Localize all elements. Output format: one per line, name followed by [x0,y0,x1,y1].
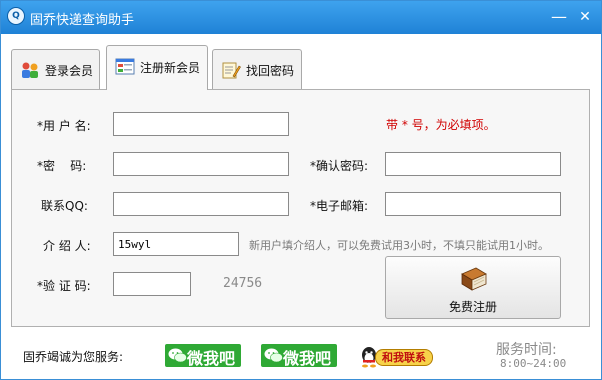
service-label: 固乔竭诚为您服务: [23,350,124,364]
password-input[interactable] [113,152,289,176]
wechat-button-1[interactable]: 微我吧 [165,344,241,368]
qq-label: 联系QQ: [41,199,88,213]
wechat-icon [168,348,187,363]
username-input[interactable] [113,112,289,136]
captcha-code[interactable]: 24756 [223,276,262,291]
tab-recover-password[interactable]: 找回密码 [212,49,302,89]
tab-register-label: 注册新会员 [140,61,201,75]
email-input[interactable] [385,192,561,216]
captcha-label: *验 证 码: [37,279,91,293]
members-icon [22,62,38,78]
wechat-icon [264,348,283,363]
free-register-button[interactable]: 免费注册 [385,256,561,319]
register-form-icon [115,58,135,75]
referrer-note: 新用户填介绍人，可以免费试用3小时，不填只能试用1小时。 [249,239,549,252]
window-title: 固乔快递查询助手 [30,13,135,28]
wechat-button-2[interactable]: 微我吧 [261,344,337,368]
minimize-button[interactable]: — [549,7,569,27]
tab-recover-label: 找回密码 [246,64,295,78]
app-logo-icon: Q [7,7,25,25]
referrer-input[interactable] [113,232,239,256]
title-bar[interactable]: Q 固乔快递查询助手 — ✕ [1,1,601,34]
qq-input[interactable] [113,192,289,216]
captcha-input[interactable] [113,272,191,296]
username-label: *用 户 名: [37,119,91,133]
email-label: *电子邮箱: [310,199,369,213]
tab-register[interactable]: 注册新会员 [106,45,208,90]
app-window: Q 固乔快递查询助手 — ✕ 登录会员 注册新会员 找回密码 *用 户 名: 带… [0,0,602,380]
wechat-label-2: 微我吧 [283,349,332,368]
qq-contact-label: 和我联系 [375,349,433,366]
service-time-title: 服务时间: [496,342,557,358]
close-button[interactable]: ✕ [575,7,595,27]
required-note: 带 * 号，为必填项。 [386,118,496,132]
notepad-pencil-icon [222,62,241,79]
wechat-label-1: 微我吧 [187,349,236,368]
service-time-value: 8:00~24:00 [500,357,567,370]
confirm-password-input[interactable] [385,152,561,176]
confirm-password-label: *确认密码: [310,159,369,173]
qq-contact-button[interactable]: 和我联系 [359,346,435,368]
free-register-label: 免费注册 [448,300,497,314]
referrer-label: 介 绍 人: [43,239,91,253]
tab-login[interactable]: 登录会员 [11,49,100,89]
book-icon [461,267,487,291]
tab-login-label: 登录会员 [45,64,94,78]
password-label: *密 码: [37,159,87,173]
